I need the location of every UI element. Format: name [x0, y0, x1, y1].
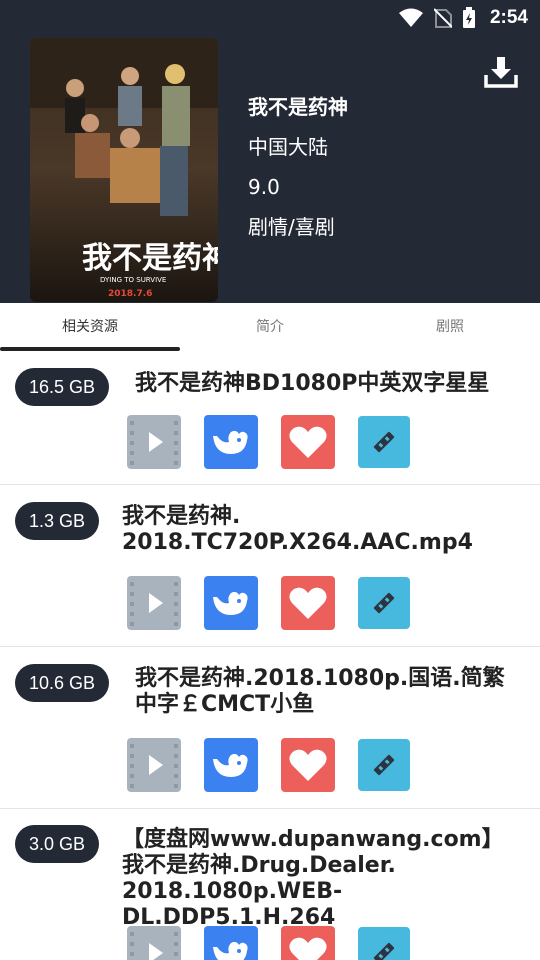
poster-date: 2018.7.6	[108, 289, 152, 299]
status-bar: 2:54	[398, 6, 528, 30]
play-icon	[130, 421, 178, 465]
favorite-button[interactable]	[281, 576, 335, 630]
play-button[interactable]	[127, 415, 181, 469]
resource-item[interactable]: 16.5 GB 我不是药神BD1080P中英双字星星	[0, 351, 540, 485]
link-tool-button[interactable]	[358, 739, 410, 791]
resource-title-line: 2018.TC720P.X264.AAC.mp4	[122, 530, 473, 555]
resource-title: 我不是药神. 2018.TC720P.X264.AAC.mp4	[122, 504, 473, 556]
size-badge: 10.6 GB	[15, 664, 110, 702]
resource-title-line: 我不是药神.	[122, 504, 241, 529]
link-tool-icon	[373, 592, 395, 614]
resource-title-line: 2018.1080p.WEB-DL.DDP5.1.H.264	[122, 879, 343, 930]
resource-title: 我不是药神BD1080P中英双字星星	[135, 371, 489, 397]
download-icon	[484, 57, 518, 88]
poster-title: 我不是药神	[82, 241, 218, 276]
resource-title-line: 【度盘网www.dupanwang.com】	[122, 827, 504, 852]
heart-icon	[289, 937, 327, 960]
resource-actions	[127, 415, 433, 469]
tab-stills[interactable]: 剧照	[360, 303, 540, 351]
resource-item[interactable]: 10.6 GB 我不是药神.2018.1080p.国语.简繁 中字￡CMCT小鱼	[0, 647, 540, 809]
no-sim-icon	[433, 8, 452, 28]
resource-title-line: 我不是药神.Drug.Dealer.	[122, 853, 396, 878]
movie-genre: 剧情/喜剧	[248, 215, 335, 239]
whale-icon	[213, 941, 248, 960]
battery-charging-icon	[462, 7, 476, 29]
size-badge: 3.0 GB	[15, 825, 100, 863]
whale-button[interactable]	[204, 576, 258, 630]
resource-list: 16.5 GB 我不是药神BD1080P中英双字星星 1.3 GB 我不是药神.…	[0, 351, 540, 960]
poster-subtitle: DYING TO SURVIVE	[100, 276, 166, 284]
play-icon	[130, 744, 178, 788]
tab-synopsis[interactable]: 简介	[180, 303, 360, 351]
resource-item[interactable]: 3.0 GB 【度盘网www.dupanwang.com】 我不是药神.Drug…	[0, 809, 540, 960]
play-button[interactable]	[127, 926, 181, 960]
resource-item[interactable]: 1.3 GB 我不是药神. 2018.TC720P.X264.AAC.mp4	[0, 485, 540, 647]
resource-actions	[127, 738, 433, 792]
play-icon	[130, 932, 178, 960]
clock: 2:54	[489, 7, 528, 28]
heart-icon	[289, 749, 327, 781]
link-tool-icon	[373, 754, 395, 776]
movie-rating: 9.0	[248, 175, 280, 199]
link-tool-button[interactable]	[358, 927, 410, 960]
whale-icon	[213, 591, 248, 615]
play-icon	[130, 582, 178, 626]
whale-icon	[213, 753, 248, 777]
resource-title: 我不是药神.2018.1080p.国语.简繁 中字￡CMCT小鱼	[135, 666, 505, 718]
whale-button[interactable]	[204, 415, 258, 469]
size-badge: 16.5 GB	[15, 368, 110, 406]
resource-actions	[127, 926, 433, 960]
resource-title-line: 我不是药神BD1080P中英双字星星	[135, 371, 490, 396]
movie-info: 我不是药神 中国大陆 9.0 剧情/喜剧	[248, 95, 348, 255]
resource-actions	[127, 576, 433, 630]
wifi-icon	[398, 8, 424, 28]
play-button[interactable]	[127, 738, 181, 792]
resource-title-line: 我不是药神.2018.1080p.国语.简繁	[135, 666, 505, 691]
movie-header: 2:54 我不是药神 DYING TO SURVIVE 2018.7.6 我不是…	[0, 0, 540, 303]
download-button[interactable]	[484, 55, 518, 89]
heart-icon	[289, 587, 327, 619]
movie-poster[interactable]: 我不是药神 DYING TO SURVIVE 2018.7.6	[30, 38, 218, 302]
link-tool-button[interactable]	[358, 577, 410, 629]
resource-title: 【度盘网www.dupanwang.com】 我不是药神.Drug.Dealer…	[122, 827, 540, 931]
tab-resources[interactable]: 相关资源	[0, 303, 180, 351]
link-tool-icon	[373, 431, 395, 453]
movie-region: 中国大陆	[248, 135, 328, 159]
size-badge: 1.3 GB	[15, 502, 100, 540]
link-tool-button[interactable]	[358, 416, 410, 468]
movie-title: 我不是药神	[248, 95, 348, 119]
heart-icon	[289, 426, 327, 458]
favorite-button[interactable]	[281, 926, 335, 960]
play-button[interactable]	[127, 576, 181, 630]
favorite-button[interactable]	[281, 738, 335, 792]
link-tool-icon	[373, 942, 395, 960]
tab-bar: 相关资源 简介 剧照	[0, 303, 540, 351]
favorite-button[interactable]	[281, 415, 335, 469]
whale-button[interactable]	[204, 926, 258, 960]
whale-icon	[213, 430, 248, 454]
resource-title-line: 中字￡CMCT小鱼	[135, 692, 315, 717]
whale-button[interactable]	[204, 738, 258, 792]
